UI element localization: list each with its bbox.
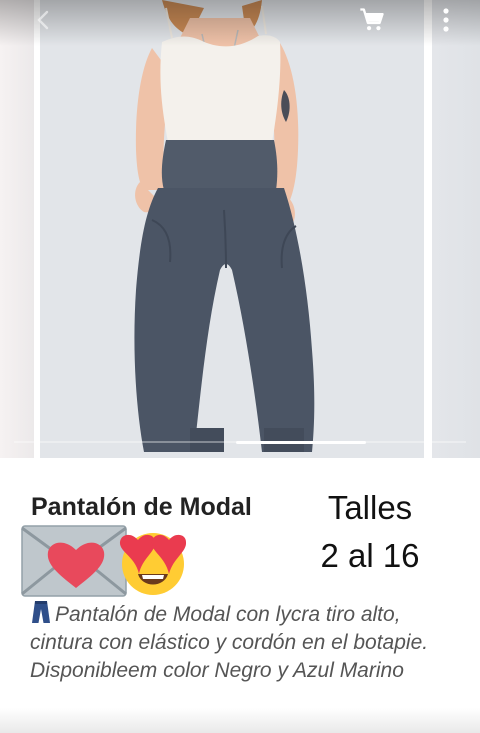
jeans-icon xyxy=(32,601,50,623)
product-description: Pantalón de Modal con lycra tiro alto, c… xyxy=(30,600,455,685)
arrow-back-icon xyxy=(37,10,49,30)
product-photo xyxy=(40,0,424,458)
sizes-range: 2 al 16 xyxy=(320,537,420,574)
description-text: Pantalón de Modal con lycra tiro alto, c… xyxy=(30,603,429,682)
product-title: Pantalón de Modal xyxy=(31,493,252,521)
shopping-cart-icon xyxy=(360,8,384,31)
emoji-row xyxy=(20,520,190,600)
back-button[interactable] xyxy=(24,4,64,36)
envelope-with-heart-icon xyxy=(21,525,127,597)
product-image-carousel[interactable] xyxy=(0,0,480,458)
bottom-fade xyxy=(0,708,480,733)
heart-eyes-face-icon xyxy=(119,533,187,595)
sizes-heading: Talles xyxy=(327,489,413,526)
cart-button[interactable] xyxy=(352,4,392,36)
carousel-slide-current[interactable] xyxy=(40,0,424,458)
sizes-label: Talles 2 al 16 xyxy=(300,484,440,580)
carousel-slide-previous[interactable] xyxy=(0,0,34,458)
more-vert-icon xyxy=(443,8,449,32)
carousel-indicator-thumb xyxy=(236,441,366,444)
carousel-slide-next[interactable] xyxy=(432,0,480,458)
overflow-menu-button[interactable] xyxy=(426,4,466,36)
toolbar-shade xyxy=(0,0,480,46)
